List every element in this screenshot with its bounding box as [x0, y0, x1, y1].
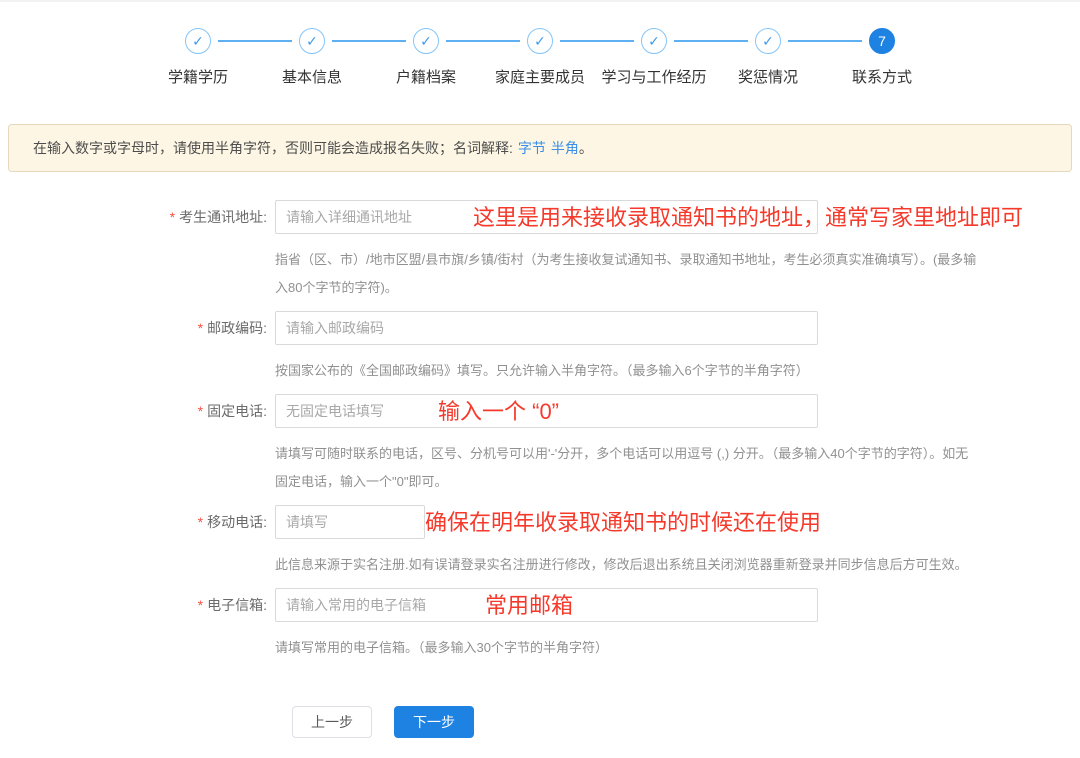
- field-help: 请填写常用的电子信箱。（最多输入30个字节的半角字符）: [275, 634, 818, 662]
- field-annotation: 确保在明年收录取通知书的时候还在使用: [425, 505, 821, 541]
- field-annotation: 这里是用来接收录取通知书的地址，通常写家里地址即可: [473, 200, 1023, 236]
- prev-step-button[interactable]: 上一步: [292, 706, 372, 738]
- step-item-2[interactable]: ✓ 基本信息: [255, 28, 369, 87]
- step-check-icon: ✓: [413, 28, 439, 54]
- check-icon: ✓: [534, 34, 546, 48]
- field-help: 请填写可随时联系的电话，区号、分机号可以用'-'分开，多个电话可以用逗号 (,)…: [275, 440, 968, 496]
- notice-text: 在输入数字或字母时，请使用半角字符，否则可能会造成报名失败；名词解释:: [33, 140, 513, 156]
- step-check-icon: ✓: [299, 28, 325, 54]
- check-icon: ✓: [420, 34, 432, 48]
- link-byte[interactable]: 字节: [518, 140, 546, 156]
- field-row-zipcode: *邮政编码: 按国家公布的《全国邮政编码》填写。只允许输入半角字符。（最多输入6…: [0, 311, 1080, 385]
- step-number-badge: 7: [869, 28, 895, 54]
- step-label: 基本信息: [282, 66, 342, 87]
- field-help: 指省（区、市）/地市区盟/县市旗/乡镇/街村（为考生接收复试通知书、录取通知书地…: [275, 246, 976, 302]
- field-annotation: 输入一个 “0”: [438, 394, 559, 430]
- step-label: 学籍学历: [168, 66, 228, 87]
- field-annotation: 常用邮箱: [485, 588, 573, 624]
- field-label: *移动电话:: [0, 505, 275, 579]
- step-number: 7: [878, 34, 886, 48]
- check-icon: ✓: [192, 34, 204, 48]
- field-row-mobile: *移动电话: 确保在明年收录取通知书的时候还在使用 此信息来源于实名注册.如有误…: [0, 505, 1080, 579]
- field-help: 此信息来源于实名注册.如有误请登录实名注册进行修改，修改后退出系统且关闭浏览器重…: [275, 551, 968, 579]
- step-item-7-current[interactable]: 7 联系方式: [825, 28, 939, 87]
- check-icon: ✓: [306, 34, 318, 48]
- check-icon: ✓: [648, 34, 660, 48]
- link-halfwidth[interactable]: 半角: [551, 140, 579, 156]
- step-item-1[interactable]: ✓ 学籍学历: [141, 28, 255, 87]
- step-item-4[interactable]: ✓ 家庭主要成员: [483, 28, 597, 87]
- field-label: *电子信箱:: [0, 588, 275, 662]
- step-check-icon: ✓: [185, 28, 211, 54]
- required-asterisk: *: [198, 597, 203, 613]
- check-icon: ✓: [762, 34, 774, 48]
- step-label: 家庭主要成员: [495, 66, 585, 87]
- field-label: *固定电话:: [0, 394, 275, 496]
- field-label: *邮政编码:: [0, 311, 275, 385]
- required-asterisk: *: [198, 514, 203, 530]
- footer-actions: 上一步 下一步: [292, 706, 1080, 738]
- step-check-icon: ✓: [755, 28, 781, 54]
- step-label: 户籍档案: [396, 66, 456, 87]
- step-item-6[interactable]: ✓ 奖惩情况: [711, 28, 825, 87]
- zipcode-input[interactable]: [275, 311, 818, 345]
- wizard-stepper: ✓ 学籍学历 ✓ 基本信息 ✓ 户籍档案 ✓ 家庭主要成员 ✓ 学习与工作经历 …: [141, 28, 939, 87]
- required-asterisk: *: [198, 320, 203, 336]
- mobile-input[interactable]: [275, 505, 425, 539]
- field-help: 按国家公布的《全国邮政编码》填写。只允许输入半角字符。（最多输入6个字节的半角字…: [275, 357, 818, 385]
- field-row-email: *电子信箱: 常用邮箱 请填写常用的电子信箱。（最多输入30个字节的半角字符）: [0, 588, 1080, 662]
- field-label: *考生通讯地址:: [0, 200, 275, 302]
- field-row-landline: *固定电话: 输入一个 “0” 请填写可随时联系的电话，区号、分机号可以用'-'…: [0, 394, 1080, 496]
- required-asterisk: *: [198, 403, 203, 419]
- step-item-3[interactable]: ✓ 户籍档案: [369, 28, 483, 87]
- step-label: 联系方式: [852, 66, 912, 87]
- step-label: 奖惩情况: [738, 66, 798, 87]
- step-check-icon: ✓: [527, 28, 553, 54]
- step-check-icon: ✓: [641, 28, 667, 54]
- field-row-address: *考生通讯地址: 这里是用来接收录取通知书的地址，通常写家里地址即可 指省（区、…: [0, 200, 1080, 302]
- page: ✓ 学籍学历 ✓ 基本信息 ✓ 户籍档案 ✓ 家庭主要成员 ✓ 学习与工作经历 …: [0, 0, 1080, 758]
- notice-banner: 在输入数字或字母时，请使用半角字符，否则可能会造成报名失败；名词解释: 字节半角。: [8, 124, 1072, 172]
- next-step-button[interactable]: 下一步: [394, 706, 474, 738]
- step-item-5[interactable]: ✓ 学习与工作经历: [597, 28, 711, 87]
- step-label: 学习与工作经历: [601, 66, 706, 87]
- notice-text-end: 。: [579, 140, 593, 156]
- required-asterisk: *: [170, 209, 175, 225]
- contact-info-form: *考生通讯地址: 这里是用来接收录取通知书的地址，通常写家里地址即可 指省（区、…: [0, 200, 1080, 662]
